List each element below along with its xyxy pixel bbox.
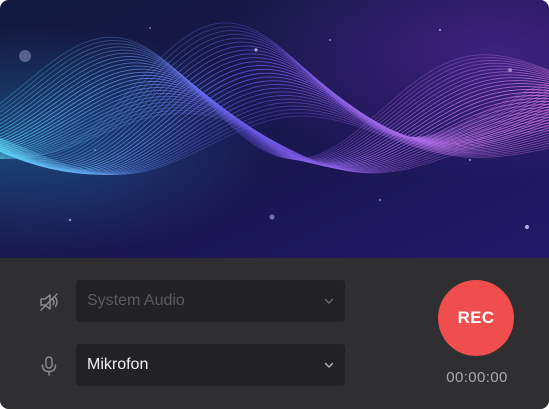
audio-controls-panel: System Audio Mikrofon REC 00:00:00 (0, 258, 549, 409)
microphone-select[interactable]: Mikrofon (76, 344, 345, 386)
star-dot (378, 198, 382, 202)
recording-timer: 00:00:00 (446, 369, 508, 386)
system-audio-label: System Audio (87, 292, 185, 309)
star-dot (149, 27, 151, 29)
record-button[interactable]: REC (438, 280, 514, 356)
microphone-icon[interactable] (37, 354, 61, 378)
star-dot (525, 225, 529, 229)
speaker-muted-icon[interactable] (37, 290, 61, 314)
screen-recorder-window: System Audio Mikrofon REC 00:00:00 (0, 0, 549, 409)
sound-wave-banner (0, 0, 549, 258)
star-dot (68, 218, 72, 222)
system-audio-select[interactable]: System Audio (76, 280, 345, 322)
star-dot (329, 39, 331, 41)
chevron-down-icon (324, 298, 334, 304)
chevron-down-icon (324, 362, 334, 368)
star-dot (19, 50, 31, 62)
banner-glow-right (0, 0, 549, 258)
star-dot (269, 214, 275, 220)
star-dot (508, 68, 512, 72)
microphone-label: Mikrofon (87, 356, 149, 373)
star-dot (468, 158, 472, 162)
sound-wave-illustration (0, 0, 549, 258)
star-dot (438, 28, 442, 32)
